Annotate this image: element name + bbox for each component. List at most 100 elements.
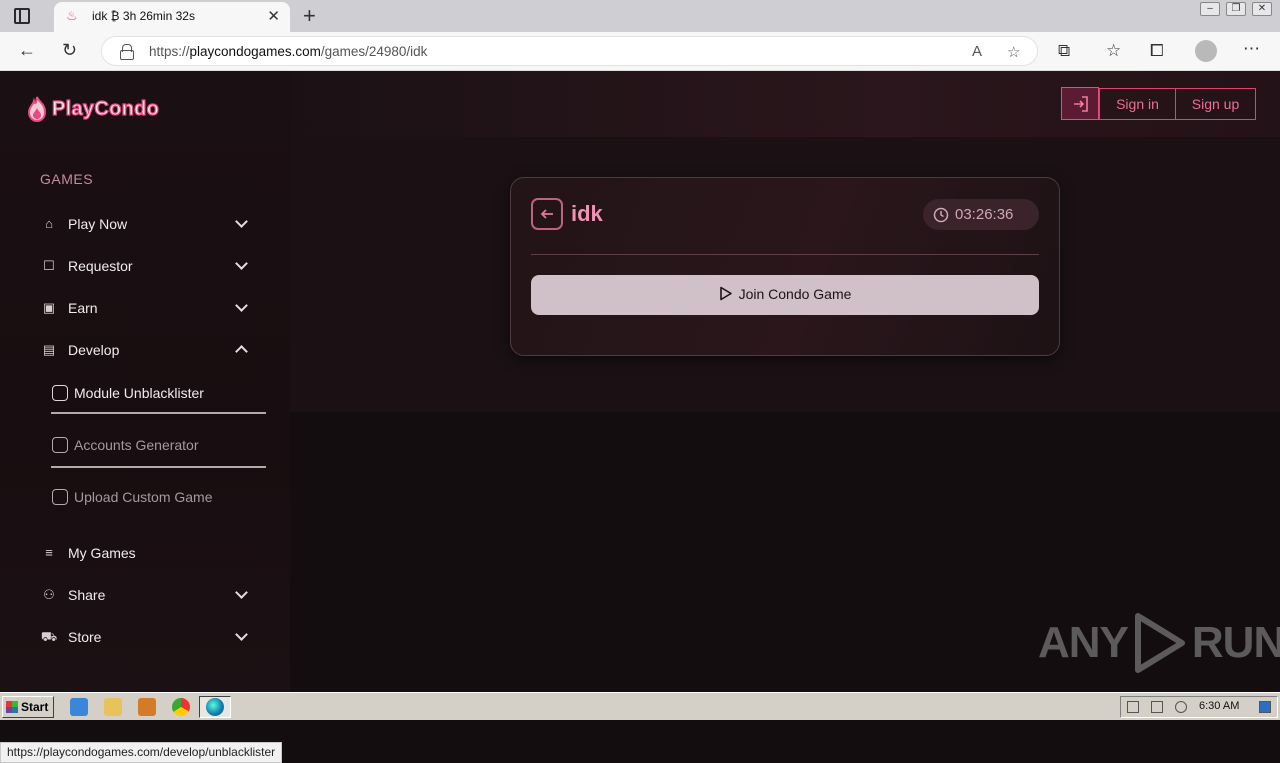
network-icon[interactable] bbox=[1151, 701, 1163, 713]
desktop-icon[interactable] bbox=[1259, 701, 1271, 713]
app-root: PlayCondo GAMES ⌂ Play Now ☐ Requestor ▣… bbox=[0, 71, 1280, 763]
clock: 6:30 AM bbox=[1199, 700, 1240, 712]
sub-item-divider bbox=[51, 466, 266, 468]
share-icon: ⚇ bbox=[43, 587, 55, 602]
sub-item-label: Module Unblacklister bbox=[74, 385, 204, 401]
module-icon bbox=[52, 385, 68, 401]
favorites-icon[interactable]: ☆ bbox=[1106, 41, 1121, 61]
lock-icon bbox=[120, 44, 134, 60]
chevron-up-icon bbox=[235, 345, 248, 358]
folder-icon[interactable] bbox=[104, 698, 122, 716]
browser-toolbar: ← ↻ https://playcondogames.com/games/249… bbox=[0, 32, 1280, 71]
accounts-icon bbox=[52, 437, 68, 453]
restore-button[interactable]: ❐ bbox=[1226, 2, 1246, 16]
chevron-down-icon bbox=[235, 215, 248, 228]
chevron-down-icon bbox=[235, 628, 248, 641]
address-bar[interactable]: https://playcondogames.com/games/24980/i… bbox=[101, 36, 1038, 66]
game-card: idk 03:26:36 Join Condo Game bbox=[510, 177, 1060, 356]
sub-item-accounts-generator[interactable]: Accounts Generator bbox=[52, 433, 266, 457]
anyrun-watermark: ANY RUN bbox=[1038, 608, 1280, 678]
game-title: idk bbox=[571, 201, 603, 226]
robot-icon: ☐ bbox=[43, 258, 55, 273]
read-aloud-icon[interactable]: A bbox=[972, 43, 982, 60]
volume-icon[interactable] bbox=[1175, 701, 1187, 713]
watermark-left: ANY bbox=[1038, 618, 1129, 667]
sidebar-item-label: Share bbox=[68, 587, 106, 603]
profile-avatar[interactable] bbox=[1195, 40, 1217, 62]
sidebar-item-earn[interactable]: ▣ Earn bbox=[40, 296, 250, 320]
play-triangle-icon bbox=[1134, 613, 1185, 673]
sub-item-label: Accounts Generator bbox=[74, 437, 199, 453]
start-button[interactable]: Start bbox=[2, 696, 54, 718]
ie-icon[interactable] bbox=[70, 698, 88, 716]
tab-actions-icon[interactable] bbox=[14, 8, 30, 24]
arrow-left-icon bbox=[540, 209, 553, 219]
more-menu-icon[interactable]: ⋯ bbox=[1243, 39, 1260, 59]
play-icon bbox=[719, 286, 732, 301]
login-icon-button[interactable] bbox=[1061, 87, 1099, 120]
url-text[interactable]: https://playcondogames.com/games/24980/i… bbox=[149, 44, 427, 59]
reload-icon[interactable]: ↻ bbox=[62, 40, 77, 61]
logo-text: PlayCondo bbox=[51, 97, 160, 120]
browser-tab[interactable]: ♨ idk ₿ 3h 26min 32s ✕ bbox=[54, 2, 290, 32]
sidebar-item-play-now[interactable]: ⌂ Play Now bbox=[40, 212, 250, 236]
top-header: Sign in Sign up bbox=[290, 71, 1280, 137]
sidebar-item-label: Requestor bbox=[68, 258, 133, 274]
file-code-icon: ▤ bbox=[42, 342, 56, 357]
cart-icon: ⛟ bbox=[40, 629, 58, 644]
sign-up-button[interactable]: Sign up bbox=[1175, 88, 1256, 120]
chevron-down-icon bbox=[235, 257, 248, 270]
sidebar-item-label: Earn bbox=[68, 300, 98, 316]
timer-badge: 03:26:36 bbox=[923, 199, 1039, 230]
window-controls: – ❐ ✕ bbox=[1200, 2, 1272, 16]
chevron-down-icon bbox=[235, 586, 248, 599]
cash-icon: ▣ bbox=[42, 300, 56, 315]
sign-in-button[interactable]: Sign in bbox=[1099, 88, 1176, 120]
sidebar-item-label: My Games bbox=[68, 545, 136, 561]
sub-item-module-unblacklister[interactable]: Module Unblacklister bbox=[52, 381, 266, 405]
edge-taskbar-button[interactable] bbox=[199, 696, 231, 718]
gamepad-icon: ⌂ bbox=[45, 216, 53, 231]
taskbar: Start 6:30 AM bbox=[0, 692, 1280, 720]
sidebar-item-share[interactable]: ⚇ Share bbox=[40, 583, 250, 607]
list-icon: ≡ bbox=[45, 545, 53, 560]
join-button-label: Join Condo Game bbox=[738, 286, 852, 302]
extensions-icon[interactable]: ⧉ bbox=[1058, 41, 1070, 61]
back-button[interactable] bbox=[531, 198, 563, 230]
login-icon bbox=[1074, 96, 1088, 112]
sidebar-item-develop[interactable]: ▤ Develop bbox=[40, 338, 250, 362]
close-window-button[interactable]: ✕ bbox=[1252, 2, 1272, 16]
tab-close-icon[interactable]: ✕ bbox=[267, 7, 280, 25]
new-tab-button[interactable]: + bbox=[303, 3, 316, 29]
minimize-button[interactable]: – bbox=[1200, 2, 1220, 16]
flag-icon[interactable] bbox=[1127, 701, 1139, 713]
browser-tab-bar: ♨ idk ₿ 3h 26min 32s ✕ + – ❐ ✕ bbox=[0, 0, 1280, 32]
system-tray: 6:30 AM bbox=[1120, 696, 1278, 718]
flame-logo-icon bbox=[27, 95, 47, 123]
sub-item-divider bbox=[51, 412, 266, 414]
sidebar: PlayCondo GAMES ⌂ Play Now ☐ Requestor ▣… bbox=[0, 71, 290, 692]
sidebar-item-requestor[interactable]: ☐ Requestor bbox=[40, 254, 250, 278]
flame-favicon-icon: ♨ bbox=[66, 8, 78, 23]
watermark-right: RUN bbox=[1191, 618, 1280, 667]
card-divider bbox=[531, 254, 1039, 255]
back-arrow-icon[interactable]: ← bbox=[18, 40, 36, 61]
status-bar-url: https://playcondogames.com/develop/unbla… bbox=[0, 742, 283, 763]
sub-item-upload-custom-game[interactable]: Upload Custom Game bbox=[52, 485, 266, 509]
sidebar-item-store[interactable]: ⛟ Store bbox=[40, 625, 250, 649]
add-favorite-icon[interactable]: ☆ bbox=[1007, 43, 1020, 61]
sidebar-item-my-games[interactable]: ≡ My Games bbox=[40, 541, 250, 565]
tab-title: idk ₿ 3h 26min 32s bbox=[92, 9, 195, 23]
join-condo-game-button[interactable]: Join Condo Game bbox=[531, 275, 1039, 315]
media-player-icon[interactable] bbox=[138, 698, 156, 716]
folder-icon bbox=[52, 489, 68, 505]
games-section-label: GAMES bbox=[40, 171, 94, 187]
collections-icon[interactable]: ⧠ bbox=[1150, 41, 1164, 61]
clock-icon bbox=[933, 207, 949, 223]
edge-icon bbox=[206, 698, 224, 716]
sidebar-item-label: Play Now bbox=[68, 216, 128, 232]
playcondo-logo[interactable]: PlayCondo bbox=[26, 95, 159, 123]
chrome-icon[interactable] bbox=[172, 698, 190, 716]
timer-value: 03:26:36 bbox=[955, 206, 1014, 223]
sidebar-item-label: Develop bbox=[68, 342, 120, 358]
